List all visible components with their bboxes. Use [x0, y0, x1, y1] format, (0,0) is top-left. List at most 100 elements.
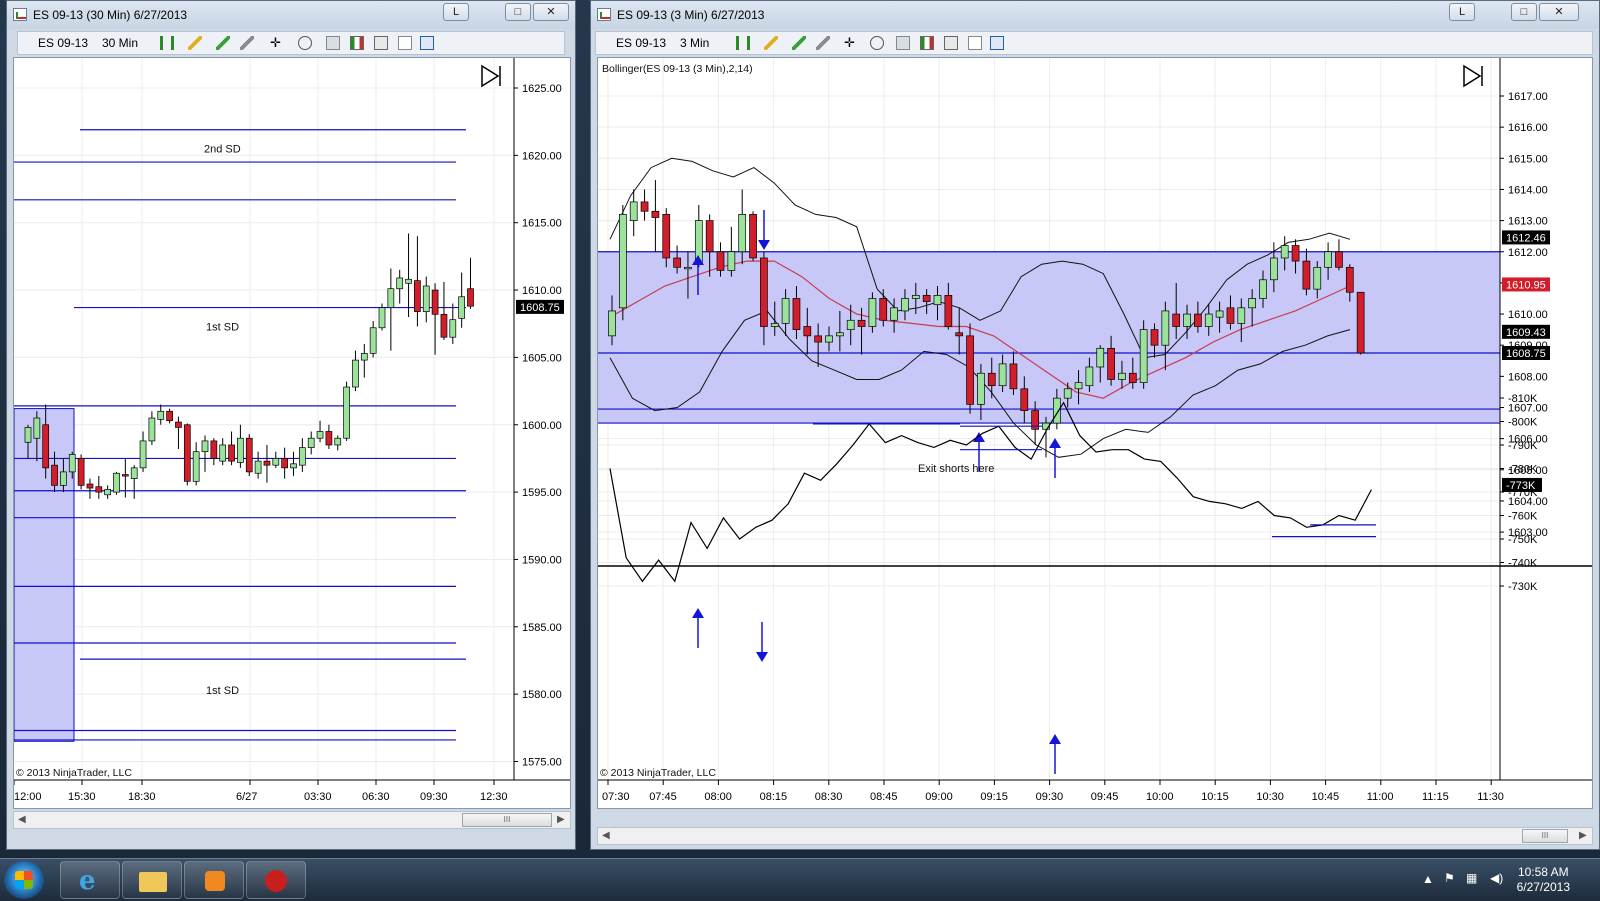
time-tick-label: 12:30 — [480, 791, 508, 803]
candle-down — [987, 372, 996, 387]
scroll-right-icon[interactable]: ▶ — [1579, 830, 1587, 841]
candle-up — [825, 335, 833, 343]
strategies-icon[interactable] — [944, 36, 958, 50]
pencil-icon[interactable] — [188, 36, 202, 50]
candle-down — [228, 444, 235, 462]
volume-tick-label: -780K — [1508, 464, 1538, 476]
scroll-right-icon[interactable]: ▶ — [557, 814, 565, 825]
candle-down — [1356, 291, 1365, 354]
scroll-thumb[interactable]: III — [1522, 829, 1568, 843]
title-bar[interactable]: ES 09-13 (3 Min) 6/27/2013 L □ ✕ — [591, 1, 1599, 29]
clock-date: 6/27/2013 — [1516, 880, 1570, 894]
close-button[interactable]: ✕ — [1539, 3, 1579, 21]
volume-tick-label: -790K — [1508, 440, 1538, 452]
drawing-tool-icon[interactable] — [216, 36, 230, 50]
current-price-label: 1608.75 — [520, 302, 560, 314]
instrument-selector[interactable]: ES 09-13 — [616, 36, 666, 50]
maximize-button[interactable]: □ — [1511, 3, 1537, 21]
candle-up — [33, 417, 41, 439]
data-box-icon[interactable] — [968, 36, 982, 50]
chart-trader-icon[interactable] — [990, 36, 1004, 50]
price-tick-label: 1610.00 — [522, 285, 562, 297]
candle-down — [210, 440, 218, 459]
candle-down — [879, 298, 888, 321]
candle-up — [911, 295, 920, 299]
candle-up — [290, 463, 297, 469]
action-center-icon[interactable]: ⚑ — [1444, 871, 1455, 885]
candle-up — [219, 444, 227, 462]
price-chart-svg: Bollinger(ES 09-13 (3 Min),2,14) Exit sho… — [598, 58, 1592, 803]
candle-up — [1161, 310, 1170, 346]
candle-down — [1226, 307, 1235, 324]
price-chart-30min[interactable]: 2nd SD 1st SD 1st SD 1625.00 1620.00 1615.00 1… — [13, 57, 571, 809]
candle-up — [684, 266, 692, 270]
price-tick-label: 1615.00 — [522, 218, 562, 230]
price-tick-label: 1585.00 — [522, 622, 562, 634]
network-icon[interactable]: ▦ — [1466, 871, 1477, 885]
instrument-selector[interactable]: ES 09-13 — [38, 36, 88, 50]
ninjatrader-icon[interactable] — [246, 861, 306, 899]
zoom-icon[interactable] — [870, 36, 884, 50]
zoom-icon[interactable] — [298, 36, 312, 50]
internet-explorer-icon[interactable]: e — [60, 861, 120, 899]
crosshair-icon[interactable]: ✛ — [270, 36, 284, 50]
maximize-button[interactable]: □ — [505, 3, 531, 21]
price-flag-label: 1612.46 — [1506, 232, 1546, 244]
scroll-left-icon[interactable]: ◀ — [602, 830, 610, 841]
horizontal-scrollbar[interactable]: ◀ III ▶ — [13, 811, 571, 829]
interval-selector[interactable]: 3 Min — [680, 36, 709, 50]
crosshair-icon[interactable]: ✛ — [844, 36, 858, 50]
candle-up — [369, 327, 377, 354]
price-chart-3min[interactable]: Bollinger(ES 09-13 (3 Min),2,14) Exit sho… — [597, 57, 1593, 809]
time-tick-label: 10:00 — [1146, 791, 1174, 803]
remove-drawings-icon[interactable] — [240, 36, 254, 50]
horizontal-scrollbar[interactable]: ◀ III ▶ — [597, 827, 1593, 845]
chart-trader-icon[interactable] — [420, 36, 434, 50]
sell-signal-arrow-down — [758, 240, 770, 250]
show-hidden-icons-icon[interactable]: ▲ — [1422, 872, 1434, 886]
link-button[interactable]: L — [443, 3, 469, 21]
volume-tick-label: -810K — [1508, 393, 1538, 405]
taskbar: e ▲ ⚑ ▦ ◀) 10:58 AM 6/27/2013 — [0, 858, 1600, 901]
file-explorer-icon[interactable] — [122, 861, 182, 899]
pencil-icon[interactable] — [764, 36, 778, 50]
link-button[interactable]: L — [1449, 3, 1475, 21]
volume-tick-label: -750K — [1508, 534, 1538, 546]
time-tick-label: 06:30 — [362, 791, 390, 803]
price-flag-label: 1609.43 — [1506, 327, 1546, 339]
start-button[interactable] — [4, 861, 44, 899]
drawing-tool-icon[interactable] — [792, 36, 806, 50]
time-tick-label: 11:15 — [1422, 791, 1449, 803]
time-tick-label: 09:30 — [1036, 791, 1064, 803]
chart-window-30min[interactable]: ES 09-13 (30 Min) 6/27/2013 L □ ✕ ES 09-… — [6, 0, 576, 850]
candle-down — [1302, 260, 1311, 290]
scroll-thumb[interactable]: III — [462, 813, 552, 827]
interval-selector[interactable]: 30 Min — [102, 36, 138, 50]
bar-type-icon[interactable] — [160, 36, 174, 50]
chart-window-3min[interactable]: ES 09-13 (3 Min) 6/27/2013 L □ ✕ ES 09-1… — [590, 0, 1600, 850]
system-clock[interactable]: 10:58 AM 6/27/2013 — [1517, 865, 1570, 895]
chart-app-icon — [597, 8, 611, 21]
strategies-icon[interactable] — [374, 36, 388, 50]
candle-down — [1335, 251, 1343, 268]
indicators-icon[interactable] — [350, 36, 364, 50]
candle-up — [387, 288, 395, 308]
time-tick-label: 08:45 — [870, 791, 898, 803]
candle-up — [836, 332, 844, 337]
time-tick-label: 07:30 — [602, 791, 630, 803]
candle-up — [846, 319, 855, 330]
candle-up — [396, 277, 404, 290]
media-player-icon[interactable] — [184, 861, 244, 899]
indicators-icon[interactable] — [920, 36, 934, 50]
bar-type-icon[interactable] — [736, 36, 750, 50]
volume-icon[interactable]: ◀) — [1490, 871, 1503, 885]
title-bar[interactable]: ES 09-13 (30 Min) 6/27/2013 L □ ✕ — [7, 1, 575, 29]
properties-icon[interactable] — [896, 36, 910, 50]
remove-drawings-icon[interactable] — [816, 36, 830, 50]
scroll-left-icon[interactable]: ◀ — [18, 814, 26, 825]
data-box-icon[interactable] — [398, 36, 412, 50]
close-button[interactable]: ✕ — [533, 3, 569, 21]
time-tick-label: 10:15 — [1201, 791, 1229, 803]
properties-icon[interactable] — [326, 36, 340, 50]
clock-time: 10:58 AM — [1517, 865, 1569, 879]
